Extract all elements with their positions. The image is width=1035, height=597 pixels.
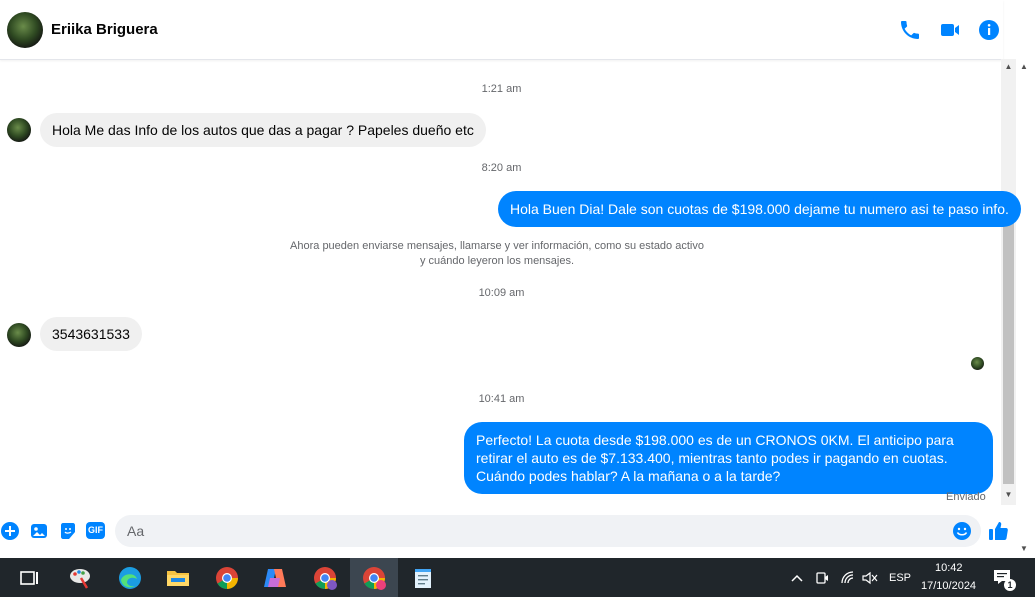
message-timestamp: 10:41 am <box>478 393 525 405</box>
task-view-icon[interactable] <box>16 565 42 591</box>
info-icon[interactable] <box>977 18 1001 42</box>
scroll-down-arrow[interactable]: ▼ <box>1003 490 1014 500</box>
gif-icon[interactable]: GIF <box>86 522 105 539</box>
file-explorer-icon[interactable] <box>165 565 191 591</box>
privacy-notice-line: Ahora pueden enviarse mensajes, llamarse… <box>290 240 704 252</box>
outer-scroll-up[interactable]: ▲ <box>1020 62 1028 71</box>
plus-icon[interactable] <box>0 521 20 541</box>
sticker-icon[interactable] <box>58 521 78 541</box>
privacy-notice: Ahora pueden enviarse mensajes, llamarse… <box>250 239 744 269</box>
edge-icon[interactable] <box>117 565 143 591</box>
seen-avatar <box>971 357 984 370</box>
like-icon[interactable] <box>987 520 1009 542</box>
notification-count-badge: 1 <box>1004 579 1016 591</box>
language-indicator[interactable]: ESP <box>889 572 911 584</box>
outer-scroll-down[interactable]: ▼ <box>1020 544 1028 553</box>
scrollbar-thumb[interactable] <box>1003 200 1014 484</box>
video-camera-icon[interactable] <box>938 18 962 42</box>
message-composer: GIF <box>0 512 1016 558</box>
notepad-icon[interactable] <box>410 565 436 591</box>
clock-time[interactable]: 10:42 <box>935 562 963 574</box>
privacy-notice-line: y cuándo leyeron los mensajes. <box>419 255 575 267</box>
windows-taskbar: ESP 10:42 17/10/2024 1 <box>0 558 1035 597</box>
incoming-message[interactable]: 3543631533 <box>40 317 142 351</box>
message-timestamp: 10:09 am <box>478 287 525 299</box>
contact-name[interactable]: Eriika Briguera <box>51 21 158 38</box>
image-icon[interactable] <box>29 521 49 541</box>
phone-icon[interactable] <box>898 18 922 42</box>
meet-now-icon[interactable] <box>815 570 829 586</box>
sender-avatar[interactable] <box>7 323 31 347</box>
message-input[interactable] <box>115 515 981 547</box>
message-timestamp: 8:20 am <box>481 162 522 174</box>
message-timestamp: 1:21 am <box>481 83 522 95</box>
speaker-muted-icon[interactable] <box>861 570 879 586</box>
chat-header: Eriika Briguera <box>0 0 1003 60</box>
window-edge: ▲ ▼ <box>1016 0 1035 558</box>
chrome-profile-icon[interactable] <box>312 565 338 591</box>
chrome-profile-active-icon[interactable] <box>361 565 387 591</box>
wifi-icon[interactable] <box>840 570 856 586</box>
message-status: Enviado <box>946 491 986 503</box>
paint-icon[interactable] <box>67 565 93 591</box>
outgoing-message[interactable]: Perfecto! La cuota desde $198.000 es de … <box>464 422 993 494</box>
contact-avatar[interactable] <box>7 12 43 48</box>
chrome-icon[interactable] <box>214 565 240 591</box>
copilot-icon[interactable] <box>262 565 288 591</box>
incoming-message[interactable]: Hola Me das Info de los autos que das a … <box>40 113 486 147</box>
scroll-up-arrow[interactable]: ▲ <box>1003 62 1014 72</box>
chevron-up-icon[interactable] <box>790 572 804 584</box>
outgoing-message[interactable]: Hola Buen Dia! Dale son cuotas de $198.0… <box>498 191 1021 227</box>
sender-avatar[interactable] <box>7 118 31 142</box>
clock-date[interactable]: 17/10/2024 <box>921 580 976 592</box>
emoji-icon[interactable] <box>952 521 972 541</box>
